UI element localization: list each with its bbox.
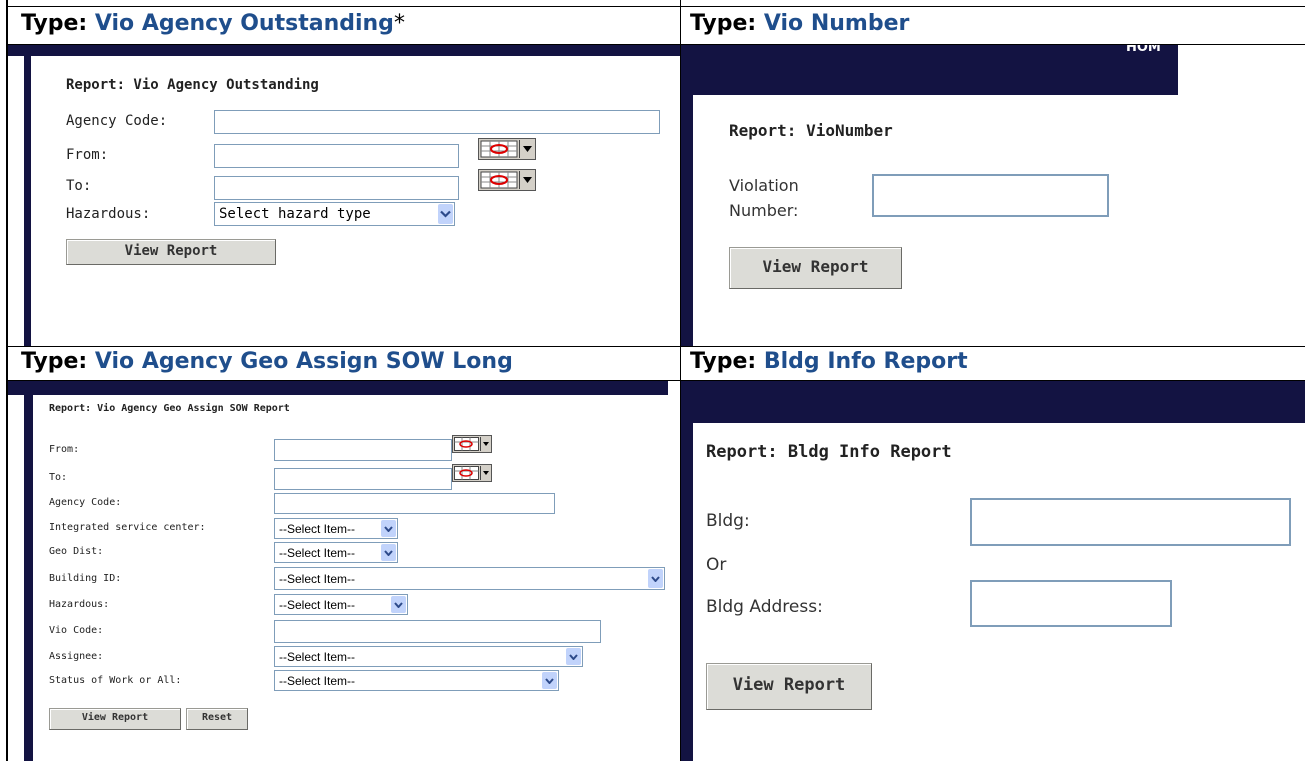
chevron-down-icon[interactable] xyxy=(438,204,453,224)
chevron-down-icon[interactable] xyxy=(566,648,581,665)
calendar-picker-icon[interactable] xyxy=(452,464,492,482)
select-value: --Select Item-- xyxy=(279,649,356,664)
to-date-input[interactable] xyxy=(274,468,452,490)
to-label: To: xyxy=(49,472,68,483)
hazard-type-select[interactable]: Select hazard type xyxy=(214,202,455,226)
select-value: --Select Item-- xyxy=(279,571,356,586)
report-title: Report: Bldg Info Report xyxy=(706,442,952,462)
chevron-down-icon[interactable] xyxy=(381,520,396,537)
content-frame xyxy=(31,56,680,346)
agency-code-input[interactable] xyxy=(274,493,555,514)
hazard-select-value: Select hazard type xyxy=(219,206,371,222)
view-report-button[interactable]: View Report xyxy=(66,239,276,265)
report-title: Report: Vio Agency Outstanding xyxy=(66,77,319,93)
violation-number-label: Violation Number: xyxy=(729,173,799,223)
header-asterisk: * xyxy=(393,11,405,36)
navbar xyxy=(681,381,1305,423)
screenshot-bldg-info: Report: Bldg Info Report Bldg: Or Bldg A… xyxy=(681,381,1305,761)
hazardous-select[interactable]: --Select Item-- xyxy=(274,594,408,615)
view-report-button[interactable]: View Report xyxy=(706,663,872,710)
assignee-select[interactable]: --Select Item-- xyxy=(274,646,583,667)
screenshot-vio-number: HOM Report: VioNumber Violation Number: … xyxy=(681,45,1178,346)
calendar-picker-icon[interactable] xyxy=(478,138,536,160)
view-report-button[interactable]: View Report xyxy=(49,708,181,730)
table-border-top xyxy=(6,6,1305,7)
building-id-label: Building ID: xyxy=(49,573,122,584)
from-date-input[interactable] xyxy=(214,144,459,168)
select-value: --Select Item-- xyxy=(279,521,356,536)
status-select[interactable]: --Select Item-- xyxy=(274,670,559,691)
cell-header-vio-agency-outstanding: Type: Vio Agency Outstanding* xyxy=(21,10,405,38)
hazardous-label: Hazardous: xyxy=(49,599,110,610)
chevron-down-icon[interactable] xyxy=(648,569,663,588)
header-report-name: Vio Number xyxy=(763,11,910,36)
header-prefix: Type xyxy=(690,349,748,374)
bldg-address-label: Bldg Address: xyxy=(706,597,823,617)
to-date-input[interactable] xyxy=(214,176,459,200)
isc-label: Integrated service center: xyxy=(49,522,206,533)
chevron-down-icon[interactable] xyxy=(391,596,406,613)
agency-code-label: Agency Code: xyxy=(49,497,122,508)
agency-code-label: Agency Code: xyxy=(66,113,168,129)
bldg-label: Bldg: xyxy=(706,511,750,531)
calendar-picker-icon[interactable] xyxy=(478,169,536,191)
header-report-name: Bldg Info Report xyxy=(763,349,968,374)
from-label: From: xyxy=(66,147,109,163)
header-prefix: Type xyxy=(690,11,748,36)
agency-code-input[interactable] xyxy=(214,110,660,134)
left-frame-stripe xyxy=(24,381,33,761)
assignee-label: Assignee: xyxy=(49,651,104,662)
report-title: Report: Vio Agency Geo Assign SOW Report xyxy=(49,403,290,414)
cell-header-geo-assign-sow: Type: Vio Agency Geo Assign SOW Long xyxy=(21,348,513,376)
table-row-divider xyxy=(6,346,1305,347)
view-report-button[interactable]: View Report xyxy=(729,247,902,289)
header-colon: : xyxy=(747,11,764,36)
header-colon: : xyxy=(747,349,764,374)
header-report-name: Vio Agency Geo Assign SOW Long xyxy=(94,349,513,374)
navbar xyxy=(8,381,668,395)
report-title: Report: VioNumber xyxy=(729,121,893,140)
label-line-2: Number: xyxy=(729,201,799,220)
header-prefix: Type: xyxy=(21,11,95,36)
screenshot-vio-agency-outstanding: Report: Vio Agency Outstanding Agency Co… xyxy=(8,45,680,346)
status-label: Status of Work or All: xyxy=(49,675,182,686)
select-value: --Select Item-- xyxy=(279,545,356,560)
geo-dist-label: Geo Dist: xyxy=(49,546,104,557)
screenshot-geo-assign-sow: Report: Vio Agency Geo Assign SOW Report… xyxy=(8,381,680,761)
violation-number-input[interactable] xyxy=(872,174,1109,217)
nav-home-text[interactable]: HOM xyxy=(1126,45,1161,55)
select-value: --Select Item-- xyxy=(279,597,356,612)
navbar xyxy=(681,45,1178,95)
to-label: To: xyxy=(66,178,92,194)
building-id-select[interactable]: --Select Item-- xyxy=(274,567,665,590)
header-prefix: Type: xyxy=(21,349,95,374)
left-frame-stripe xyxy=(681,45,693,346)
from-date-input[interactable] xyxy=(274,439,452,461)
chevron-down-icon[interactable] xyxy=(542,672,557,689)
geo-dist-select[interactable]: --Select Item-- xyxy=(274,542,398,563)
bldg-input[interactable] xyxy=(970,498,1291,546)
cell-header-bldg-info: Type: Bldg Info Report xyxy=(690,348,968,376)
calendar-picker-icon[interactable] xyxy=(452,435,492,453)
from-label: From: xyxy=(49,444,80,455)
or-label: Or xyxy=(706,555,727,575)
bldg-address-input[interactable] xyxy=(970,580,1172,627)
chevron-down-icon[interactable] xyxy=(381,544,396,561)
vio-code-input[interactable] xyxy=(274,620,601,643)
navbar xyxy=(8,45,680,56)
cell-header-vio-number: Type: Vio Number xyxy=(690,10,909,38)
isc-select[interactable]: --Select Item-- xyxy=(274,518,398,539)
vio-code-label: Vio Code: xyxy=(49,625,104,636)
select-value: --Select Item-- xyxy=(279,673,356,688)
header-report-name: Vio Agency Outstanding xyxy=(94,11,394,36)
hazardous-label: Hazardous: xyxy=(66,206,151,222)
label-line-1: Violation xyxy=(729,176,799,195)
left-frame-stripe xyxy=(681,381,693,761)
left-frame-stripe xyxy=(24,45,31,346)
reset-button[interactable]: Reset xyxy=(186,708,248,730)
